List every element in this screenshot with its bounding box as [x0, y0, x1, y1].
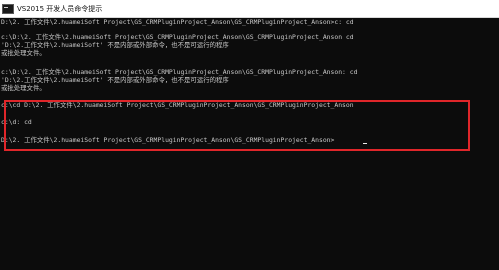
console-icon	[2, 3, 14, 14]
window-title: VS2015 开发人员命令提示	[17, 4, 103, 13]
highlight-annotation	[4, 100, 470, 151]
console-line: c:\D:\2. 工作文件\2.huameiSoft Project\GS_CR…	[1, 68, 358, 76]
console-line: 或批处理文件。	[1, 84, 46, 92]
console-line: 'D:\2.工作文件\2.huameiSoft' 不是内部或外部命令，也不是可运…	[1, 76, 229, 84]
text-cursor	[363, 143, 367, 144]
console-line: c:\D:\2. 工作文件\2.huameiSoft Project\GS_CR…	[1, 33, 354, 41]
title-bar[interactable]: VS2015 开发人员命令提示	[0, 0, 499, 18]
console-window: VS2015 开发人员命令提示 D:\2. 工作文件\2.huameiSoft …	[0, 0, 499, 270]
console-output[interactable]: D:\2. 工作文件\2.huameiSoft Project\GS_CRMPl…	[0, 18, 499, 270]
console-line: 'D:\2.工作文件\2.huameiSoft' 不是内部或外部命令，也不是可运…	[1, 41, 229, 49]
console-line: 或批处理文件。	[1, 49, 46, 57]
console-line: D:\2. 工作文件\2.huameiSoft Project\GS_CRMPl…	[1, 18, 354, 26]
